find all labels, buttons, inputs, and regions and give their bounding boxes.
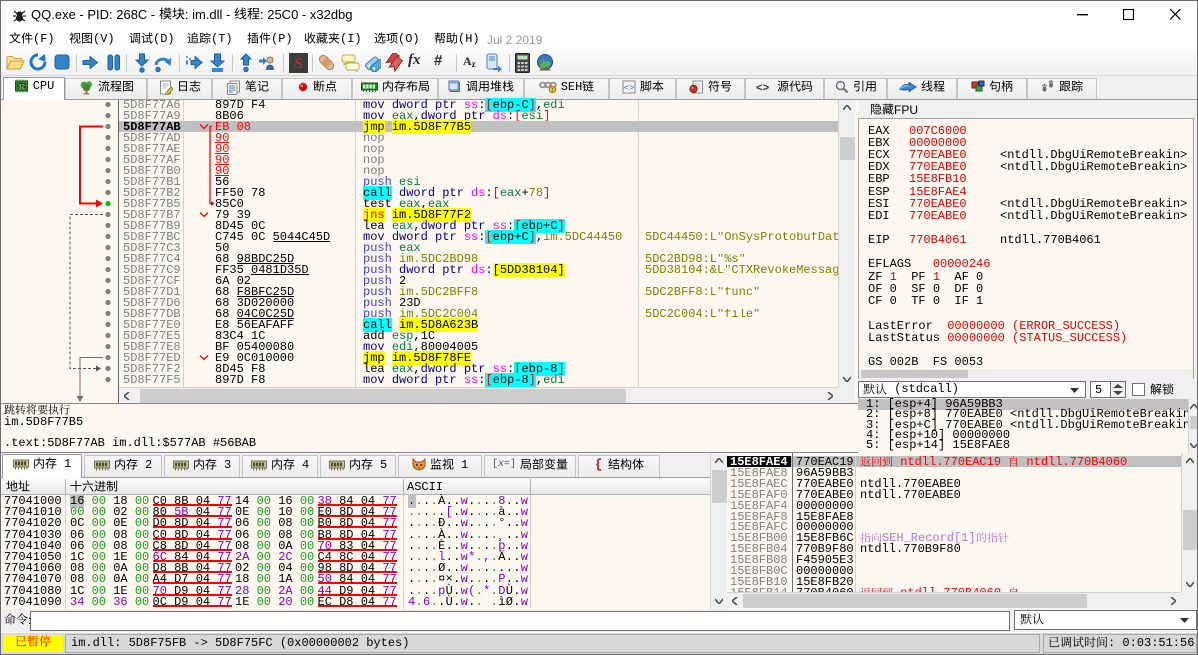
- svg-text:S: S: [294, 56, 302, 72]
- svg-text:<>: <>: [623, 84, 634, 94]
- svg-text:<>: <>: [756, 83, 770, 93]
